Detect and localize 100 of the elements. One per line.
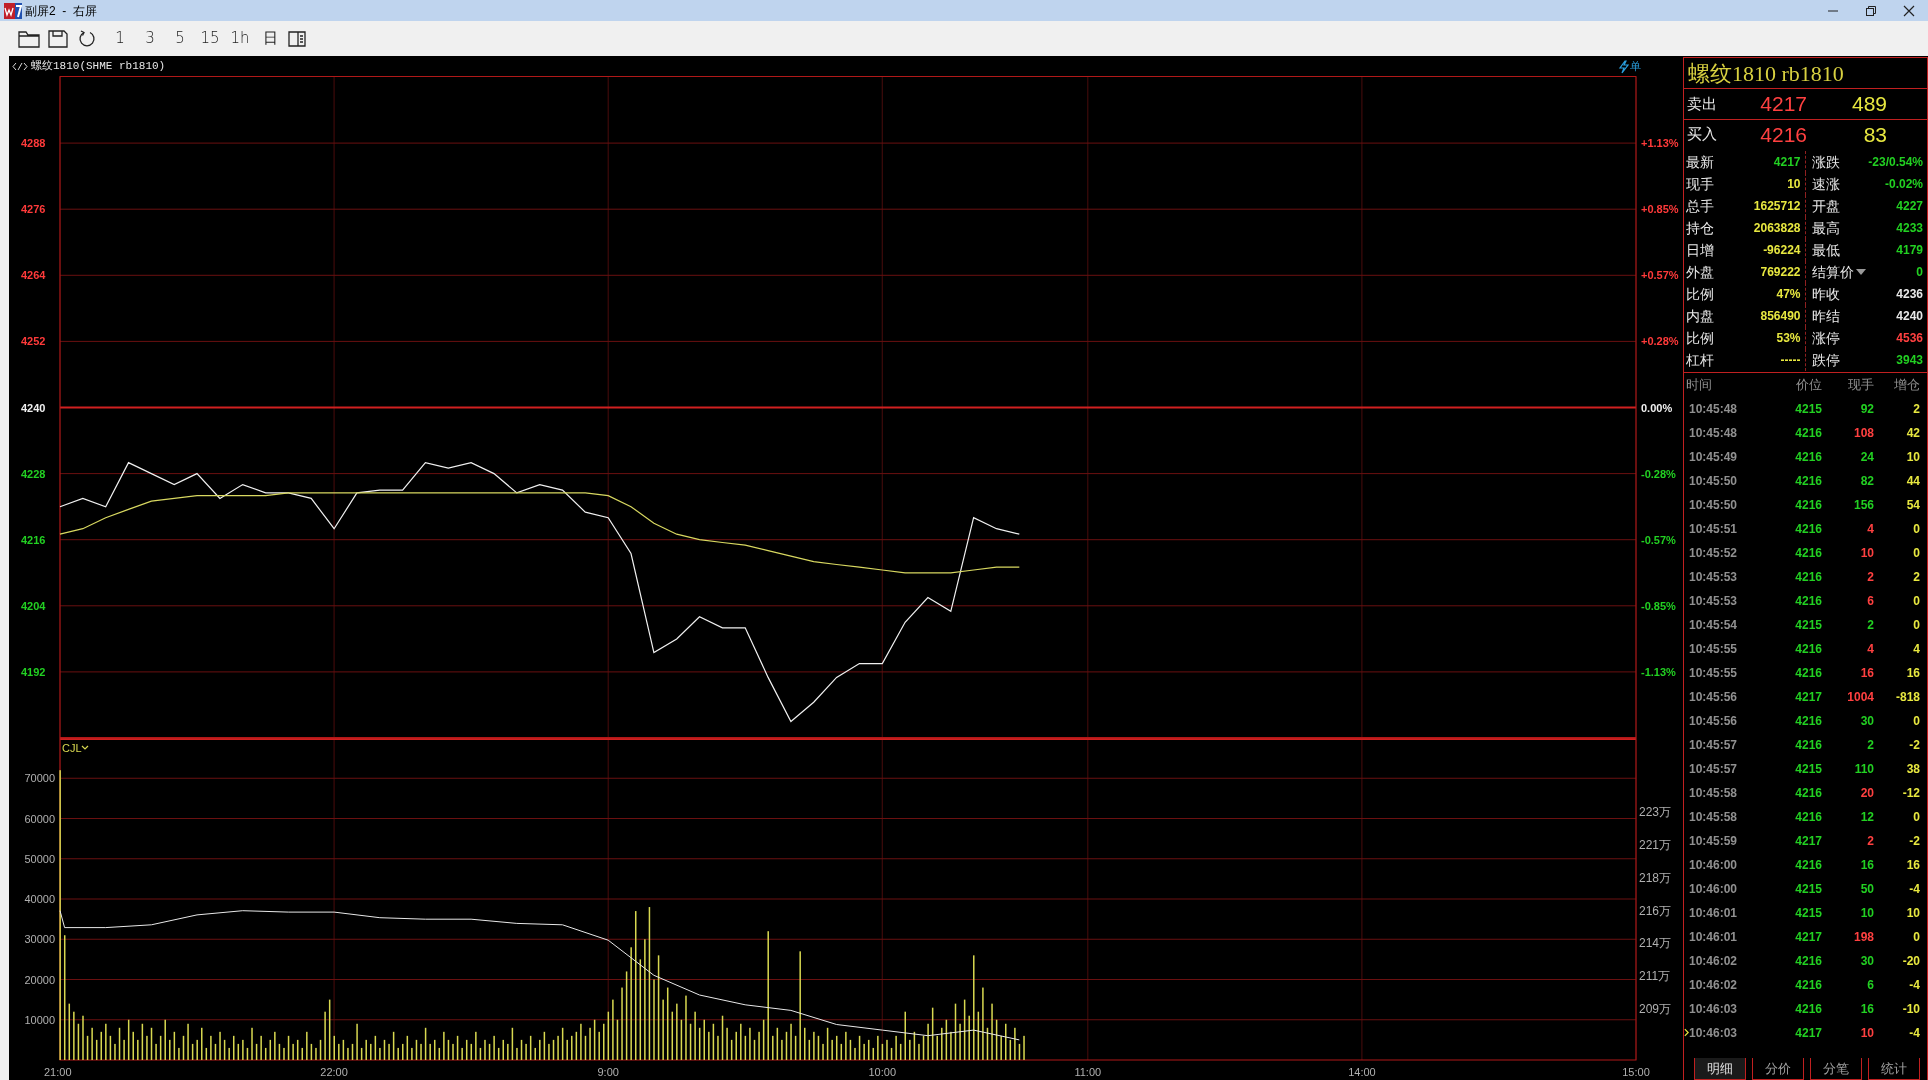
- trade-price: 4216: [1794, 569, 1822, 586]
- trade-volume: 6: [1866, 977, 1874, 994]
- quote-price: 4216: [1759, 121, 1807, 148]
- price-axis-label: 4204: [21, 599, 46, 612]
- trade-time: 10:45:56: [1688, 689, 1739, 706]
- stat-value: 53%: [1776, 330, 1802, 347]
- trade-volume: 16: [1859, 665, 1874, 682]
- trade-volume: 50: [1859, 881, 1874, 898]
- trade-time: 10:45:54: [1688, 617, 1739, 634]
- trade-time: 10:45:58: [1688, 809, 1739, 826]
- trade-price: 4216: [1794, 641, 1822, 658]
- column-header: 时间: [1686, 376, 1713, 395]
- stat-value: 10: [1787, 176, 1802, 193]
- trade-price: 4217: [1794, 929, 1822, 946]
- price-axis-label: 4264: [21, 269, 46, 282]
- position-axis-label: 218万: [1639, 871, 1672, 885]
- trade-position-change: 0: [1912, 809, 1920, 826]
- trade-price: 4216: [1794, 593, 1822, 610]
- price-axis-label: 4228: [21, 467, 46, 480]
- period-button[interactable]: 日: [255, 25, 285, 52]
- trade-price: 4215: [1794, 761, 1822, 778]
- instrument-title: 螺纹1810(SHME rb1810): [31, 58, 166, 74]
- percent-axis-label: +0.85%: [1641, 203, 1679, 216]
- panel-tab[interactable]: 统计: [1868, 1058, 1920, 1080]
- trade-position-change: 44: [1905, 473, 1920, 490]
- trade-position-change: 42: [1905, 425, 1920, 442]
- volume-axis-label: 70000: [24, 772, 55, 785]
- quote-price: 4217: [1759, 91, 1807, 118]
- window-title: 副屏2 - 右屏: [25, 2, 97, 20]
- panel-tab[interactable]: 分笔: [1810, 1058, 1862, 1080]
- trade-position-change: 2: [1912, 569, 1920, 586]
- trade-price: 4216: [1794, 785, 1822, 802]
- trade-time: 10:46:00: [1688, 857, 1739, 874]
- trade-volume: 82: [1859, 473, 1874, 490]
- time-axis-label: 10:00: [868, 1066, 897, 1078]
- stat-value: -23/0.54%: [1868, 154, 1924, 171]
- period-button[interactable]: 15: [195, 25, 225, 52]
- time-axis-label: 22:00: [320, 1066, 348, 1078]
- trade-price: 4216: [1794, 857, 1822, 874]
- trade-volume: 24: [1859, 449, 1874, 466]
- trade-time: 10:46:00: [1688, 881, 1739, 898]
- trade-volume: 20: [1859, 785, 1874, 802]
- indicator-label[interactable]: CJL: [62, 742, 82, 754]
- stat-label: 速涨: [1811, 174, 1840, 194]
- period-button[interactable]: 3: [135, 25, 165, 52]
- trade-time: 10:45:57: [1688, 761, 1739, 778]
- trade-time: 10:45:58: [1688, 785, 1739, 802]
- trade-volume: 6: [1866, 593, 1874, 610]
- trade-time: 10:45:48: [1688, 401, 1739, 418]
- trade-position-change: 0: [1912, 593, 1920, 610]
- price-axis-label: 4216: [21, 533, 46, 546]
- trade-position-change: 4: [1912, 641, 1920, 658]
- stat-value: 47%: [1776, 286, 1802, 303]
- percent-axis-label: +0.28%: [1641, 335, 1679, 348]
- volume-axis-label: 10000: [24, 1013, 55, 1026]
- stat-label: 内盘: [1686, 306, 1714, 326]
- trade-price: 4217: [1794, 1025, 1822, 1042]
- period-button[interactable]: 1: [105, 25, 135, 52]
- trade-position-change: 16: [1905, 665, 1920, 682]
- quote-volume: 83: [1862, 121, 1887, 148]
- trade-position-change: 54: [1905, 497, 1920, 514]
- trade-price: 4216: [1794, 977, 1822, 994]
- trade-volume: 110: [1853, 761, 1874, 778]
- trade-volume: 10: [1859, 905, 1874, 922]
- stat-value: 4233: [1896, 220, 1924, 237]
- trade-position-change: -818: [1894, 689, 1920, 706]
- trade-time: 10:45:53: [1688, 593, 1739, 610]
- trade-price: 4216: [1794, 521, 1822, 538]
- stat-label: 结算价: [1811, 262, 1854, 282]
- stat-value: 3943: [1896, 352, 1924, 369]
- trade-time: 10:46:01: [1688, 905, 1739, 922]
- trade-time: 10:45:55: [1688, 665, 1739, 682]
- period-button[interactable]: 5: [165, 25, 195, 52]
- percent-axis-label: -0.57%: [1641, 533, 1676, 546]
- trade-position-change: 0: [1912, 521, 1920, 538]
- order-label[interactable]: 单: [1630, 57, 1641, 75]
- trade-volume: 30: [1859, 713, 1874, 730]
- stat-value: -96224: [1763, 242, 1802, 259]
- trade-position-change: -4: [1908, 977, 1920, 994]
- trade-position-change: -2: [1908, 833, 1920, 850]
- trade-time: 10:45:51: [1688, 521, 1739, 538]
- percent-axis-label: 0.00%: [1641, 401, 1673, 414]
- trade-price: 4216: [1794, 1001, 1822, 1018]
- panel-tab[interactable]: 分价: [1752, 1058, 1804, 1080]
- period-button[interactable]: 1h: [225, 25, 255, 52]
- trade-time: 10:45:49: [1688, 449, 1739, 466]
- stat-label: 跌停: [1811, 350, 1840, 370]
- stat-label: 日增: [1686, 240, 1714, 260]
- trade-position-change: -12: [1901, 785, 1920, 802]
- stat-value: 769222: [1760, 264, 1802, 281]
- price-axis-label: 4192: [21, 665, 46, 678]
- volume-axis-label: 60000: [24, 812, 55, 825]
- panel-tab[interactable]: 明细: [1694, 1058, 1746, 1080]
- trade-price: 4216: [1794, 425, 1822, 442]
- position-axis-label: 223万: [1639, 805, 1672, 820]
- trade-time: 10:45:48: [1688, 425, 1739, 442]
- trade-time: 10:45:56: [1688, 713, 1739, 730]
- quote-label: 卖出: [1687, 93, 1718, 114]
- stat-label: 外盘: [1686, 262, 1714, 282]
- stat-value: 4536: [1896, 330, 1924, 347]
